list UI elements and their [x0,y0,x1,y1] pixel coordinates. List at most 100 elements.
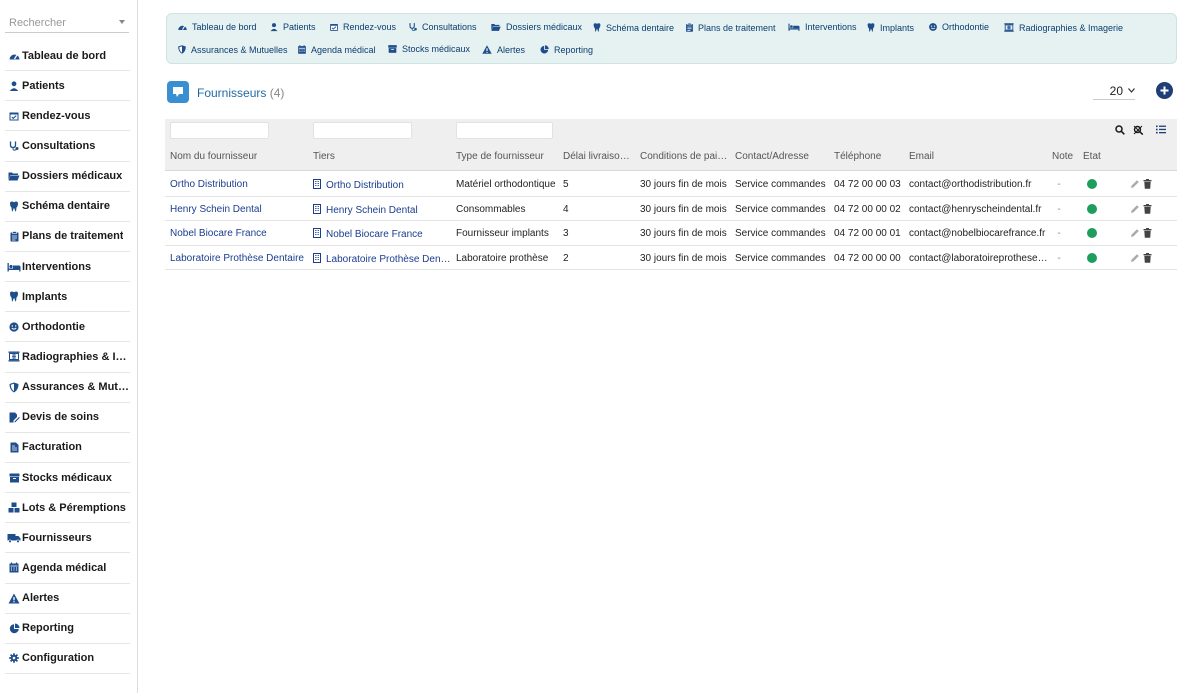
sidebar-item-label: Alertes [22,592,60,605]
clear-filter-icon[interactable] [1133,125,1144,135]
cell-conditions: 30 jours fin de mois [640,252,727,264]
topnav-item-label: Implants [880,22,915,33]
suppliers-page-icon [167,81,189,103]
filter-input-tiers[interactable] [313,122,412,139]
edit-pencil-icon[interactable] [1130,179,1140,192]
cell-contact: Service commandes [735,179,826,190]
edit-pencil-icon[interactable] [1130,228,1140,241]
delete-trash-icon[interactable] [1143,179,1152,192]
sidebar-item-assurances-mutuelles[interactable]: Assurances & Mutuelles [5,373,130,403]
status-active-indicator [1087,228,1097,238]
delete-trash-icon[interactable] [1143,228,1152,241]
topnav-item-label: Agenda médical [311,44,376,55]
column-header-delay[interactable]: Délai livraison (jours) [563,151,631,162]
topnav-item-plans-de-traitement[interactable]: Plans de traitement [685,22,776,33]
column-header-note[interactable]: Note [1052,151,1080,162]
topnav-item-tableau-de-bord[interactable]: Tableau de bord [177,22,257,32]
sidebar-item-implants[interactable]: Implants [5,282,130,313]
cell-email: contact@orthodistribution.fr [909,179,1032,190]
user-icon [7,80,21,92]
sidebar-item-stocks-medicaux[interactable]: Stocks médicaux [5,463,130,494]
sidebar-item-label: Facturation [22,441,82,454]
column-header-tiers[interactable]: Tiers [313,151,453,162]
edit-pencil-icon[interactable] [1130,253,1140,266]
topnav-item-interventions[interactable]: Interventions [787,22,857,32]
delete-trash-icon[interactable] [1143,252,1152,266]
chevron-down-icon[interactable] [119,20,125,24]
calendar-check-icon [7,110,21,122]
sidebar-item-consultations[interactable]: Consultations [5,131,130,162]
topnav-item-patients[interactable]: Patients [269,22,316,32]
sidebar-item-plans-de-traitement[interactable]: Plans de traitement [5,222,130,252]
search-icon[interactable] [1115,125,1125,135]
topnav-item-reporting[interactable]: Reporting [539,44,593,55]
sidebar-item-radiographies-imagerie[interactable]: Radiographies & Imagerie [5,342,130,373]
sidebar-item-facturation[interactable]: Facturation [5,433,130,463]
topnav-item-alertes[interactable]: Alertes [481,44,525,55]
sidebar-item-label: Dossiers médicaux [22,170,123,183]
delete-trash-icon[interactable] [1143,203,1152,217]
topnav-item-label: Interventions [805,22,857,32]
topnav-item-implants[interactable]: Implants [866,22,914,33]
sidebar-item-rendez-vous[interactable]: Rendez-vous [5,101,130,132]
column-header-contact[interactable]: Contact/Adresse [735,151,831,162]
column-header-phone[interactable]: Téléphone [834,151,906,162]
cell-name[interactable]: Nobel Biocare France [170,228,310,239]
column-header-name[interactable]: Nom du fournisseur [170,151,310,162]
page-title-text: Fournisseurs [197,86,267,100]
sidebar-item-alertes[interactable]: Alertes [5,584,130,614]
dashboard-icon [178,23,187,32]
cell-tiers[interactable]: Ortho Distribution [313,179,453,192]
sidebar-item-agenda-medical[interactable]: Agenda médical [5,553,130,584]
topnav-item-dossiers-medicaux[interactable]: Dossiers médicaux [490,22,582,32]
sidebar-item-lots-peremptions[interactable]: Lots & Péremptions [5,493,130,524]
table-row: Laboratoire Prothèse Dentaire Laboratoire… [165,246,1177,270]
column-header-status[interactable]: État [1083,151,1113,162]
cell-tiers[interactable]: Nobel Biocare France [313,228,453,241]
topnav-item-schema-dentaire[interactable]: Schéma dentaire [592,22,674,33]
topnav-item-rendez-vous[interactable]: Rendez-vous [329,22,396,32]
cell-name[interactable]: Laboratoire Prothèse Dentaire [170,253,310,264]
topnav-item-label: Radiographies & Imagerie [1019,22,1124,33]
cell-tiers[interactable]: Henry Schein Dental [313,203,453,217]
column-header-email[interactable]: Email [909,151,1049,162]
search-select[interactable]: Rechercher [5,14,129,33]
topnav-item-radiographies-imagerie[interactable]: Radiographies & Imagerie [1003,22,1123,33]
warning-icon [482,45,492,54]
tiers-name: Nobel Biocare France [326,229,423,240]
topnav-item-assurances-mutuelles[interactable]: Assurances & Mutuelles [177,44,288,55]
sidebar-item-orthodontie[interactable]: Orthodontie [5,312,130,343]
sidebar-item-tableau-de-bord[interactable]: Tableau de bord [5,41,130,72]
column-list-icon[interactable] [1156,125,1166,134]
tooth-icon [593,23,602,32]
warning-icon [7,592,21,604]
cell-contact: Service commandes [735,203,826,215]
sidebar-item-patients[interactable]: Patients [5,71,130,102]
sidebar-item-schema-dentaire[interactable]: Schéma dentaire [5,192,130,222]
edit-pencil-icon[interactable] [1130,204,1140,217]
topnav-item-stocks-medicaux[interactable]: Stocks médicaux [387,44,470,54]
page-size-select[interactable]: 20 [1093,82,1135,100]
sidebar-item-configuration[interactable]: Configuration [5,644,130,674]
sidebar-item-devis-de-soins[interactable]: Devis de soins [5,403,130,433]
column-header-conditions[interactable]: Conditions de paiement [640,151,730,162]
column-header-type[interactable]: Type de fournisseur [456,151,561,162]
filter-input-name[interactable] [170,122,269,139]
filter-input-type[interactable] [456,122,553,139]
topnav-item-agenda-medical[interactable]: Agenda médical [297,44,376,55]
sidebar-item-label: Lots & Péremptions [22,501,126,514]
tiers-name: Ortho Distribution [326,180,404,191]
topnav-item-label: Rendez-vous [343,22,397,32]
sidebar-item-interventions[interactable]: Interventions [5,252,130,283]
sidebar-item-dossiers-medicaux[interactable]: Dossiers médicaux [5,162,130,192]
cell-delay: 4 [563,203,569,215]
sidebar-item-reporting[interactable]: Reporting [5,614,130,644]
sidebar-item-fournisseurs[interactable]: Fournisseurs [5,523,130,554]
add-supplier-button[interactable] [1156,82,1173,99]
smile-icon [7,321,21,333]
cell-tiers[interactable]: Laboratoire Prothèse Dentaire [313,252,453,266]
cell-name[interactable]: Ortho Distribution [170,179,310,190]
topnav-item-orthodontie[interactable]: Orthodontie [928,22,989,32]
cell-name[interactable]: Henry Schein Dental [170,204,310,215]
topnav-item-consultations[interactable]: Consultations [408,22,477,32]
